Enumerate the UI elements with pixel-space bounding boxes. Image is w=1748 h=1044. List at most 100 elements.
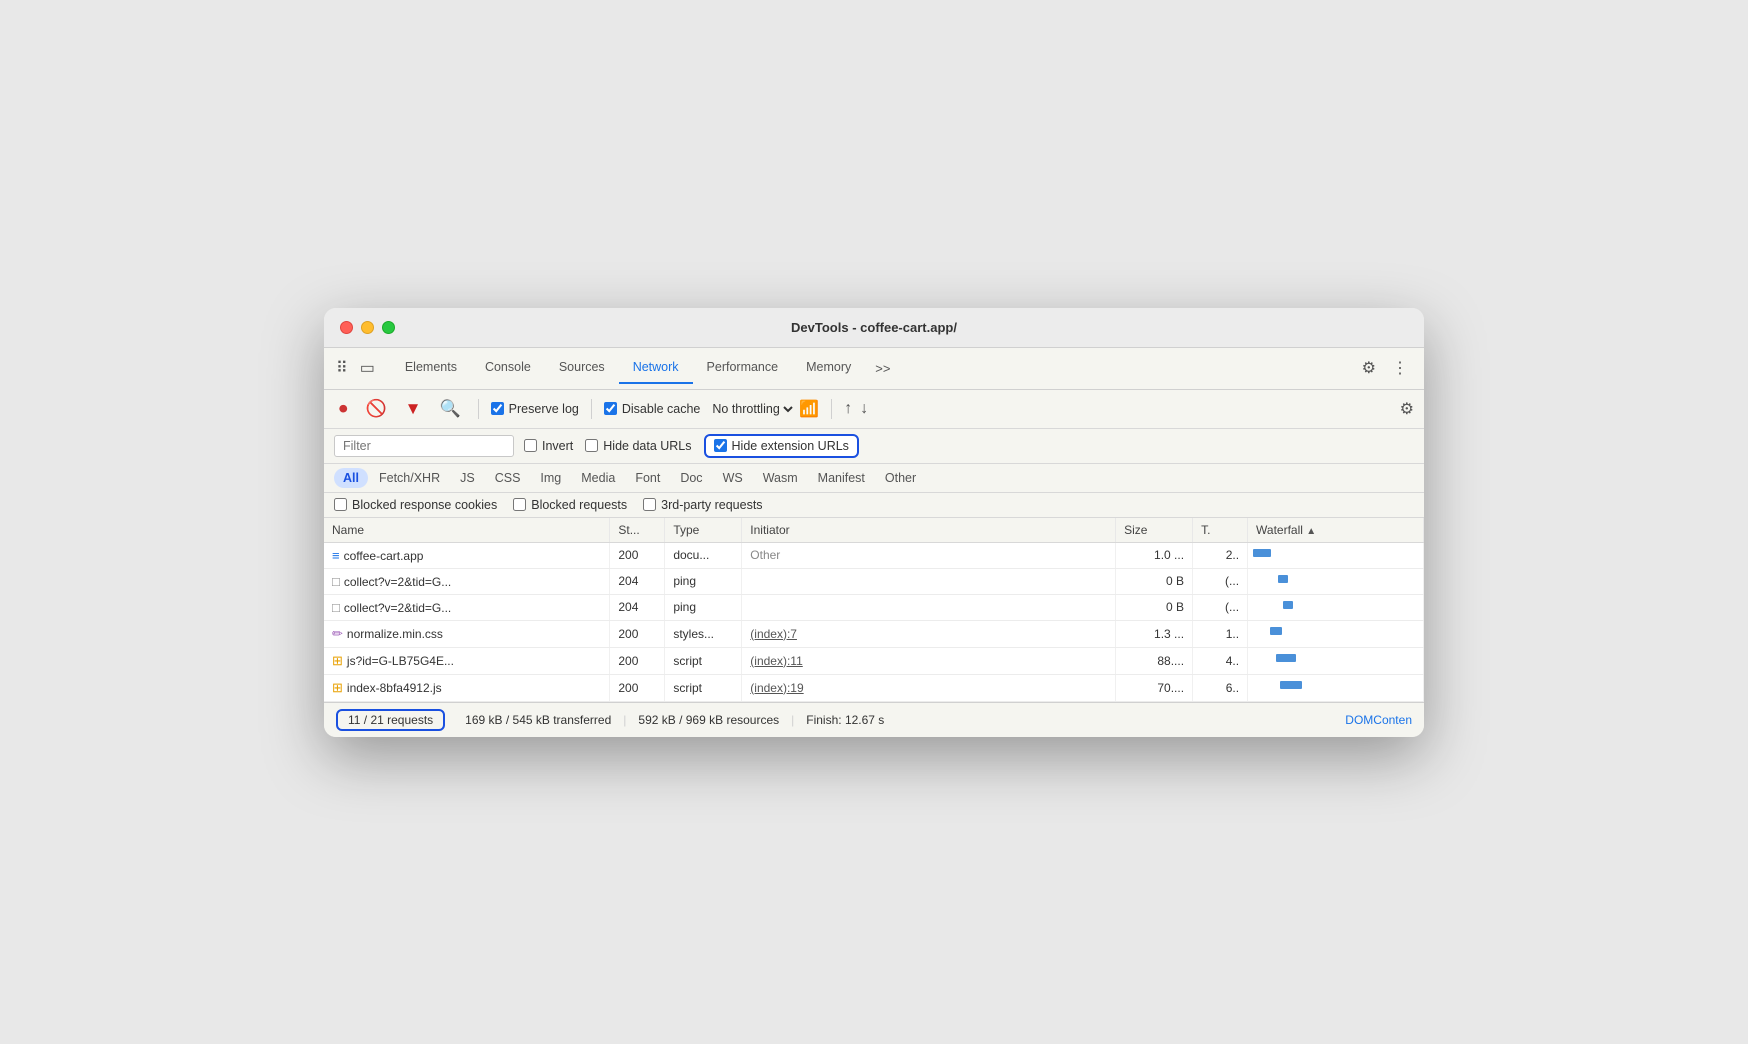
cell-name: ✏normalize.min.css — [324, 620, 610, 647]
cell-initiator[interactable]: (index):19 — [742, 674, 1116, 701]
minimize-button[interactable] — [361, 321, 374, 334]
tab-network[interactable]: Network — [619, 352, 693, 384]
more-tabs-button[interactable]: >> — [867, 353, 898, 384]
type-filter-js[interactable]: JS — [451, 468, 484, 488]
type-filter-wasm[interactable]: Wasm — [754, 468, 807, 488]
col-header-size[interactable]: Size — [1116, 518, 1193, 543]
hide-data-urls-checkbox[interactable] — [585, 439, 598, 452]
cell-type: docu... — [665, 542, 742, 568]
tab-elements[interactable]: Elements — [391, 352, 471, 384]
type-filter-img[interactable]: Img — [531, 468, 570, 488]
disable-cache-group[interactable]: Disable cache — [604, 402, 701, 416]
col-header-name[interactable]: Name — [324, 518, 610, 543]
separator-1 — [478, 399, 479, 419]
invert-checkbox[interactable] — [524, 439, 537, 452]
cell-size: 1.0 ... — [1116, 542, 1193, 568]
third-party-group[interactable]: 3rd-party requests — [643, 498, 762, 512]
type-filter-doc[interactable]: Doc — [671, 468, 711, 488]
type-filter-all[interactable]: All — [334, 468, 368, 488]
cell-name: ≡coffee-cart.app — [324, 542, 610, 568]
preserve-log-group[interactable]: Preserve log — [491, 402, 579, 416]
cell-size: 1.3 ... — [1116, 620, 1193, 647]
dom-content-stat: DOMConten — [1345, 713, 1412, 727]
type-filter-css[interactable]: CSS — [486, 468, 530, 488]
cell-waterfall — [1248, 594, 1424, 620]
tab-memory[interactable]: Memory — [792, 352, 865, 384]
clear-button[interactable]: 🚫 — [361, 396, 392, 422]
hide-extension-urls-group[interactable]: Hide extension URLs — [704, 434, 859, 458]
cell-size: 88.... — [1116, 647, 1193, 674]
window-title: DevTools - coffee-cart.app/ — [791, 320, 957, 335]
hide-extension-urls-label: Hide extension URLs — [732, 439, 849, 453]
throttle-select[interactable]: No throttling Fast 3G Slow 3G — [708, 401, 796, 417]
requests-count: 11 / 21 requests — [336, 709, 445, 731]
invert-label: Invert — [542, 439, 573, 453]
network-settings-icon[interactable]: ⚙ — [1400, 399, 1414, 419]
blocked-cookies-label: Blocked response cookies — [352, 498, 497, 512]
cell-initiator[interactable]: (index):11 — [742, 647, 1116, 674]
blocked-cookies-group[interactable]: Blocked response cookies — [334, 498, 497, 512]
filter-checks: Invert Hide data URLs Hide extension URL… — [524, 434, 859, 458]
more-options-icon[interactable]: ⋮ — [1384, 354, 1416, 382]
settings-icon[interactable]: ⚙ — [1354, 354, 1384, 382]
type-filter-manifest[interactable]: Manifest — [809, 468, 874, 488]
table-row[interactable]: □collect?v=2&tid=G...204ping0 B(... — [324, 568, 1424, 594]
import-icon[interactable]: ↑ — [844, 400, 852, 418]
cell-waterfall — [1248, 647, 1424, 674]
tabbar: ⠿ ▭ Elements Console Sources Network Per… — [324, 348, 1424, 390]
table-row[interactable]: ≡coffee-cart.app200docu...Other1.0 ...2.… — [324, 542, 1424, 568]
type-filter-media[interactable]: Media — [572, 468, 624, 488]
cell-type: ping — [665, 568, 742, 594]
col-header-type[interactable]: Type — [665, 518, 742, 543]
cell-status: 200 — [610, 647, 665, 674]
transferred-stat: 169 kB / 545 kB transferred — [465, 713, 611, 727]
cell-name: ⊞index-8bfa4912.js — [324, 674, 610, 701]
type-filter-ws[interactable]: WS — [714, 468, 752, 488]
inspect-icon[interactable]: ⠿ — [332, 354, 352, 382]
finish-stat: Finish: 12.67 s — [806, 713, 884, 727]
record-button[interactable]: ⏺ — [334, 396, 353, 422]
table-row[interactable]: ✏normalize.min.css200styles...(index):71… — [324, 620, 1424, 647]
cell-initiator[interactable]: (index):7 — [742, 620, 1116, 647]
blocked-cookies-checkbox[interactable] — [334, 498, 347, 511]
third-party-checkbox[interactable] — [643, 498, 656, 511]
type-filter-fetch[interactable]: Fetch/XHR — [370, 468, 449, 488]
cell-name: □collect?v=2&tid=G... — [324, 594, 610, 620]
cell-status: 200 — [610, 620, 665, 647]
maximize-button[interactable] — [382, 321, 395, 334]
titlebar: DevTools - coffee-cart.app/ — [324, 308, 1424, 348]
network-table: Name St... Type Initiator Size T. Waterf… — [324, 518, 1424, 702]
cell-type: styles... — [665, 620, 742, 647]
table-row[interactable]: □collect?v=2&tid=G...204ping0 B(... — [324, 594, 1424, 620]
device-toolbar-icon[interactable]: ▭ — [356, 354, 379, 382]
disable-cache-label: Disable cache — [622, 402, 701, 416]
close-button[interactable] — [340, 321, 353, 334]
table-row[interactable]: ⊞index-8bfa4912.js200script(index):1970.… — [324, 674, 1424, 701]
col-header-status[interactable]: St... — [610, 518, 665, 543]
preserve-log-checkbox[interactable] — [491, 402, 504, 415]
filter-button[interactable]: ▼ — [400, 396, 427, 422]
tab-sources[interactable]: Sources — [545, 352, 619, 384]
search-button[interactable]: 🔍 — [435, 396, 466, 422]
table-row[interactable]: ⊞js?id=G-LB75G4E...200script(index):1188… — [324, 647, 1424, 674]
col-header-initiator[interactable]: Initiator — [742, 518, 1116, 543]
tab-console[interactable]: Console — [471, 352, 545, 384]
hide-data-urls-group[interactable]: Hide data URLs — [585, 439, 691, 453]
disable-cache-checkbox[interactable] — [604, 402, 617, 415]
invert-group[interactable]: Invert — [524, 439, 573, 453]
filter-input[interactable] — [334, 435, 514, 457]
network-table-wrapper: Name St... Type Initiator Size T. Waterf… — [324, 518, 1424, 702]
blocked-requests-group[interactable]: Blocked requests — [513, 498, 627, 512]
tab-performance[interactable]: Performance — [693, 352, 793, 384]
col-header-time[interactable]: T. — [1193, 518, 1248, 543]
type-filter-font[interactable]: Font — [626, 468, 669, 488]
resources-stat: 592 kB / 969 kB resources — [638, 713, 779, 727]
cell-time: 4.. — [1193, 647, 1248, 674]
third-party-label: 3rd-party requests — [661, 498, 762, 512]
col-header-waterfall[interactable]: Waterfall ▲ — [1248, 518, 1424, 543]
sort-arrow-icon: ▲ — [1306, 526, 1316, 537]
export-icon[interactable]: ↓ — [860, 400, 868, 418]
hide-extension-urls-checkbox[interactable] — [714, 439, 727, 452]
type-filter-other[interactable]: Other — [876, 468, 925, 488]
blocked-requests-checkbox[interactable] — [513, 498, 526, 511]
